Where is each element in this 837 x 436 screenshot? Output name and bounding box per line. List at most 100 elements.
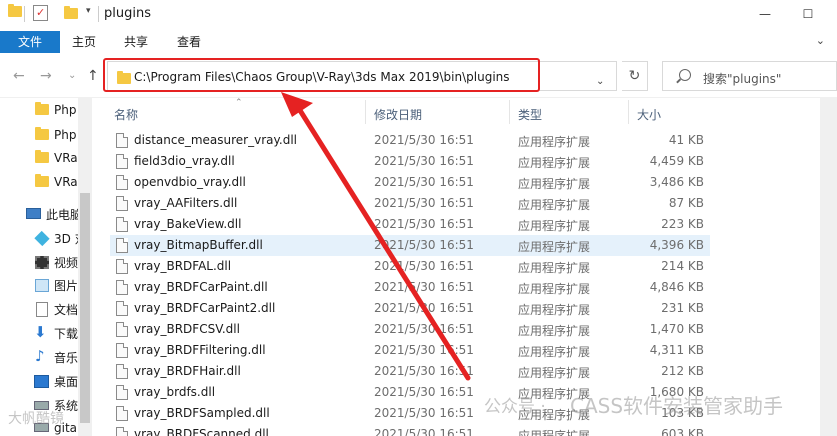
file-size: 4,459 KB (649, 154, 704, 168)
tab-share[interactable]: 共享 (114, 31, 158, 53)
search-icon (679, 69, 691, 81)
file-row[interactable]: vray_BitmapBuffer.dll 2021/5/30 16:51 应用程序… (110, 235, 710, 256)
file-row[interactable]: field3dio_vray.dll 2021/5/30 16:51 应用程序扩展 4… (110, 151, 710, 172)
minimize-button[interactable]: — (755, 4, 775, 24)
nav-item-desktop[interactable]: 桌面 (0, 371, 78, 392)
forward-button[interactable]: → (40, 68, 52, 84)
music-icon: ♪ (35, 347, 45, 365)
recent-locations-button[interactable]: ⌄ (68, 70, 76, 81)
column-headers: ⌃ 名称 修改日期 类型 大小 (100, 98, 715, 126)
sort-ascending-icon: ⌃ (235, 98, 243, 108)
file-date: 2021/5/30 16:51 (374, 427, 474, 436)
column-name[interactable]: 名称 (114, 106, 138, 123)
nav-item-videos[interactable]: 视频 (0, 252, 78, 273)
nav-pane-scrollbar-thumb[interactable] (80, 193, 90, 423)
dll-file-icon (116, 154, 128, 169)
nav-item-vray-2[interactable]: VRa (0, 171, 78, 192)
window-title: plugins (104, 6, 151, 21)
file-date: 2021/5/30 16:51 (374, 154, 474, 168)
file-name: field3dio_vray.dll (134, 154, 235, 168)
tab-view[interactable]: 查看 (167, 31, 211, 53)
tab-home[interactable]: 主页 (62, 31, 106, 53)
file-date: 2021/5/30 16:51 (374, 406, 474, 420)
file-row[interactable]: vray_BakeView.dll 2021/5/30 16:51 应用程序扩展 22… (110, 214, 710, 235)
expand-ribbon-icon[interactable]: ⌄ (816, 34, 825, 47)
nav-item-this-pc[interactable]: 此电脑 (0, 204, 78, 225)
file-row[interactable]: vray_BRDFAL.dll 2021/5/30 16:51 应用程序扩展 214 … (110, 256, 710, 277)
new-folder-icon[interactable] (64, 6, 78, 19)
file-name: vray_BRDFCSV.dll (134, 322, 240, 336)
dll-file-icon (116, 322, 128, 337)
back-button[interactable]: ← (13, 68, 25, 84)
address-dropdown-button[interactable]: ⌄ (596, 76, 604, 87)
nav-item-label: 音乐 (54, 351, 78, 365)
file-type: 应用程序扩展 (518, 345, 591, 359)
column-type[interactable]: 类型 (518, 106, 542, 123)
file-row[interactable]: vray_BRDFCarPaint.dll 2021/5/30 16:51 应用程序… (110, 277, 710, 298)
search-input[interactable]: 搜索"plugins" (703, 70, 781, 87)
file-row[interactable]: vray_BRDFHair.dll 2021/5/30 16:51 应用程序扩展 21… (110, 361, 710, 382)
file-row[interactable]: vray_AAFilters.dll 2021/5/30 16:51 应用程序扩展 8… (110, 193, 710, 214)
refresh-button[interactable]: ↻ (622, 61, 648, 91)
video-icon (35, 256, 49, 269)
file-date: 2021/5/30 16:51 (374, 238, 474, 252)
nav-item-vray[interactable]: VRa (0, 147, 78, 168)
file-row[interactable]: vray_BRDFScanned.dll 2021/5/30 16:51 应用程序扩… (110, 424, 710, 436)
file-row[interactable]: distance_measurer_vray.dll 2021/5/30 16:5… (110, 130, 710, 151)
file-date: 2021/5/30 16:51 (374, 133, 474, 147)
file-name: distance_measurer_vray.dll (134, 133, 297, 147)
nav-item-music[interactable]: ♪ 音乐 (0, 347, 78, 368)
dll-file-icon (116, 343, 128, 358)
file-type: 应用程序扩展 (518, 366, 591, 380)
dll-file-icon (116, 364, 128, 379)
column-divider[interactable] (365, 100, 366, 124)
3d-objects-icon (34, 230, 50, 247)
file-type: 应用程序扩展 (518, 429, 591, 436)
dll-file-icon (116, 133, 128, 148)
nav-item-php[interactable]: Php (0, 99, 78, 120)
file-row[interactable]: openvdbio_vray.dll 2021/5/30 16:51 应用程序扩展 3… (110, 172, 710, 193)
file-date: 2021/5/30 16:51 (374, 259, 474, 273)
dll-file-icon (116, 175, 128, 190)
nav-item-downloads[interactable]: ⬇ 下载 (0, 323, 78, 344)
file-row[interactable]: vray_BRDFFiltering.dll 2021/5/30 16:51 应用程… (110, 340, 710, 361)
dll-file-icon (116, 280, 128, 295)
column-size[interactable]: 大小 (637, 106, 661, 123)
watermark-prefix: 公众号 · (484, 397, 546, 417)
file-type: 应用程序扩展 (518, 219, 591, 233)
chevron-down-icon[interactable]: ▾ (86, 6, 91, 16)
file-list-scrollbar[interactable] (820, 98, 837, 436)
properties-icon[interactable]: ✓ (33, 5, 48, 21)
dll-file-icon (116, 217, 128, 232)
nav-item-3d-objects[interactable]: 3D 对 (0, 228, 78, 249)
folder-icon (35, 150, 49, 165)
up-button[interactable]: ↑ (87, 68, 99, 84)
folder-icon (35, 102, 49, 117)
column-divider[interactable] (628, 100, 629, 124)
column-date-modified[interactable]: 修改日期 (374, 106, 422, 123)
tab-file[interactable]: 文件 (0, 31, 61, 53)
divider (24, 6, 25, 22)
nav-item-label: 图片 (54, 279, 78, 293)
file-size: 4,846 KB (649, 280, 704, 294)
file-type: 应用程序扩展 (518, 177, 591, 191)
file-name: vray_BRDFScanned.dll (134, 427, 269, 436)
nav-item-label: 文档 (54, 303, 78, 317)
download-icon: ⬇ (34, 323, 47, 341)
file-date: 2021/5/30 16:51 (374, 322, 474, 336)
file-size: 4,396 KB (649, 238, 704, 252)
file-row[interactable]: vray_BRDFCarPaint2.dll 2021/5/30 16:51 应用程… (110, 298, 710, 319)
file-type: 应用程序扩展 (518, 135, 591, 149)
dll-file-icon (116, 196, 128, 211)
maximize-button[interactable]: ☐ (798, 4, 818, 24)
nav-item-documents[interactable]: 文档 (0, 299, 78, 320)
nav-item-pictures[interactable]: 图片 (0, 275, 78, 296)
nav-item-php-2[interactable]: Php (0, 124, 78, 145)
column-divider[interactable] (509, 100, 510, 124)
file-row[interactable]: vray_BRDFCSV.dll 2021/5/30 16:51 应用程序扩展 1,4… (110, 319, 710, 340)
dll-file-icon (116, 238, 128, 253)
file-size: 212 KB (661, 364, 704, 378)
search-box[interactable]: 搜索"plugins" (662, 61, 837, 91)
file-size: 214 KB (661, 259, 704, 273)
nav-item-label: 桌面 (54, 375, 78, 389)
